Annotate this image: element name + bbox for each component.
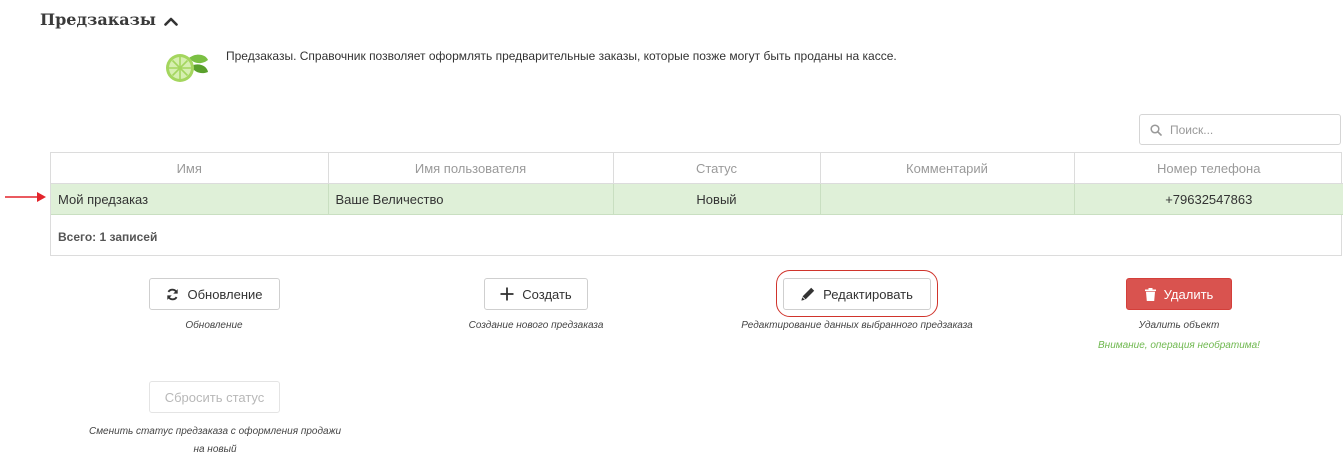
section-description: Предзаказы. Справочник позволяет оформля… [226,49,897,63]
refresh-caption: Обновление [185,320,243,331]
reset-status-button-label: Сбросить статус [164,389,265,405]
create-button[interactable]: Создать [484,278,588,310]
column-header-user[interactable]: Имя пользователя [328,153,614,184]
edit-button[interactable]: Редактировать [783,278,931,310]
table-row[interactable]: Мой предзаказ Ваше Величество Новый +796… [51,183,1343,215]
search-input[interactable] [1168,121,1332,138]
cell-name[interactable]: Мой предзаказ [51,183,329,215]
delete-warning: Внимание, операция необратима! [1098,340,1260,351]
create-caption: Создание нового предзаказа [468,320,604,331]
records-total: Всего: 1 записей [58,230,158,244]
search-box[interactable] [1139,114,1341,145]
column-header-name[interactable]: Имя [51,153,329,184]
edit-caption: Редактирование данных выбранного предзак… [741,320,973,331]
cell-phone[interactable]: +79632547863 [1074,183,1343,215]
column-header-phone[interactable]: Номер телефона [1074,153,1343,184]
section-header[interactable]: Предзаказы [40,10,178,29]
create-button-label: Создать [522,286,572,302]
chevron-up-icon[interactable] [164,16,178,26]
column-header-comment[interactable]: Комментарий [820,153,1075,184]
pencil-icon [801,287,815,301]
refresh-button[interactable]: Обновление [149,278,280,310]
lime-icon [166,54,208,82]
delete-button-label: Удалить [1163,286,1214,302]
cell-comment[interactable] [820,183,1075,215]
reset-status-button[interactable]: Сбросить статус [149,381,280,413]
cell-user[interactable]: Ваше Величество [328,183,614,215]
refresh-icon [167,288,179,300]
preorders-table: Имя Имя пользователя Статус Комментарий … [50,152,1343,256]
delete-caption: Удалить объект [1138,320,1220,331]
edit-button-label: Редактировать [823,286,913,302]
trash-icon [1144,287,1156,301]
plus-icon [500,287,514,301]
delete-button[interactable]: Удалить [1126,278,1232,310]
reset-status-caption-line-2: на новый [193,444,237,455]
cell-status[interactable]: Новый [613,183,821,215]
arrow-right-icon [5,192,46,202]
table-header-row: Имя Имя пользователя Статус Комментарий … [51,153,1343,184]
search-icon [1150,123,1162,136]
reset-status-caption-line-1: Сменить статус предзаказа с оформления п… [88,426,342,437]
column-header-status[interactable]: Статус [613,153,821,184]
section-title: Предзаказы [40,10,156,29]
refresh-button-label: Обновление [187,286,263,302]
